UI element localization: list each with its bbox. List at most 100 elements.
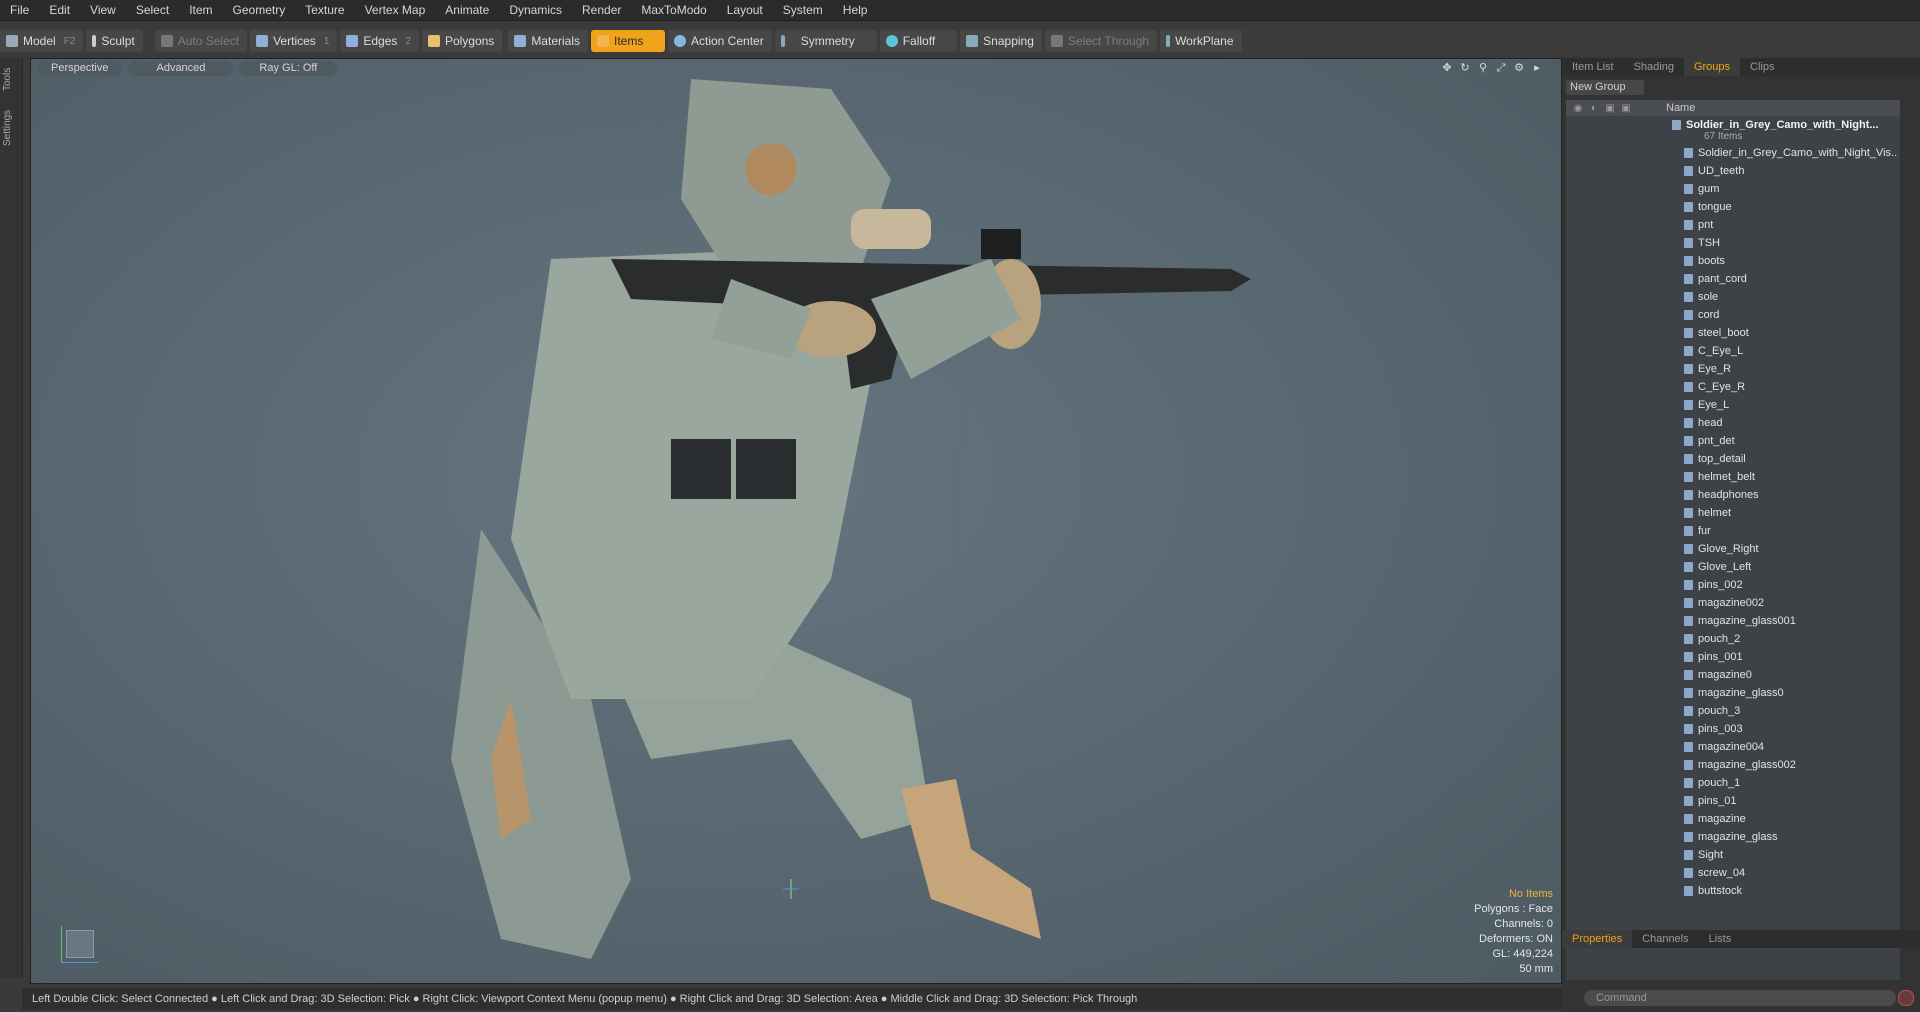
- group-item[interactable]: headphones: [1566, 486, 1900, 504]
- group-item[interactable]: pouch_2: [1566, 630, 1900, 648]
- tools-tab[interactable]: Tools: [2, 64, 20, 94]
- group-item[interactable]: pins_01: [1566, 792, 1900, 810]
- group-item[interactable]: magazine: [1566, 810, 1900, 828]
- group-item[interactable]: sole: [1566, 288, 1900, 306]
- group-item[interactable]: pant_cord: [1566, 270, 1900, 288]
- edges-button[interactable]: Edges 2: [340, 30, 419, 52]
- group-item[interactable]: screw_04: [1566, 864, 1900, 882]
- group-item-label: pins_01: [1698, 795, 1737, 807]
- group-item[interactable]: helmet: [1566, 504, 1900, 522]
- lock-icon[interactable]: ▣: [1602, 101, 1618, 117]
- group-item[interactable]: pins_003: [1566, 720, 1900, 738]
- select-icon[interactable]: ▣: [1618, 101, 1634, 117]
- group-item[interactable]: helmet_belt: [1566, 468, 1900, 486]
- soldier-model[interactable]: [31, 59, 1561, 983]
- group-item[interactable]: fur: [1566, 522, 1900, 540]
- tab-properties[interactable]: Properties: [1562, 930, 1633, 948]
- group-item[interactable]: pins_002: [1566, 576, 1900, 594]
- action-center-button[interactable]: Action Center: [668, 30, 772, 52]
- menu-help[interactable]: Help: [833, 0, 878, 20]
- items-button[interactable]: Items: [591, 30, 665, 52]
- group-item[interactable]: pins_001: [1566, 648, 1900, 666]
- group-item[interactable]: C_Eye_R: [1566, 378, 1900, 396]
- eye-icon[interactable]: ◉: [1570, 101, 1586, 117]
- group-item[interactable]: magazine_glass001: [1566, 612, 1900, 630]
- menu-layout[interactable]: Layout: [717, 0, 773, 20]
- sculpt-mode-button[interactable]: Sculpt: [86, 30, 143, 52]
- group-item[interactable]: pnt: [1566, 216, 1900, 234]
- group-item[interactable]: buttstock: [1566, 882, 1900, 900]
- menu-render[interactable]: Render: [572, 0, 631, 20]
- snapping-button[interactable]: Snapping: [960, 30, 1042, 52]
- group-item[interactable]: Soldier_in_Grey_Camo_with_Night_Vis...: [1566, 144, 1900, 162]
- vertices-button[interactable]: Vertices 1: [250, 30, 338, 52]
- group-item[interactable]: TSH: [1566, 234, 1900, 252]
- group-item[interactable]: cord: [1566, 306, 1900, 324]
- name-column-header[interactable]: Name: [1666, 100, 1695, 116]
- auto-select-button[interactable]: Auto Select: [154, 30, 248, 52]
- group-item[interactable]: gum: [1566, 180, 1900, 198]
- group-icon: [1672, 120, 1681, 130]
- group-item[interactable]: top_detail: [1566, 450, 1900, 468]
- menu-view[interactable]: View: [80, 0, 126, 20]
- menu-file[interactable]: File: [0, 0, 39, 20]
- mesh-icon: [1684, 490, 1693, 500]
- menu-select[interactable]: Select: [126, 0, 179, 20]
- mesh-icon: [1684, 238, 1693, 248]
- group-item[interactable]: Glove_Left: [1566, 558, 1900, 576]
- menu-vertex-map[interactable]: Vertex Map: [355, 0, 436, 20]
- tab-lists[interactable]: Lists: [1699, 930, 1742, 948]
- menu-maxtomodo[interactable]: MaxToModo: [631, 0, 716, 20]
- mesh-icon: [1684, 436, 1693, 446]
- tab-shading[interactable]: Shading: [1624, 58, 1684, 76]
- tab-groups[interactable]: Groups: [1683, 58, 1741, 76]
- tab-clips[interactable]: Clips: [1740, 58, 1784, 76]
- menu-system[interactable]: System: [773, 0, 833, 20]
- group-item[interactable]: tongue: [1566, 198, 1900, 216]
- new-group-button[interactable]: New Group: [1566, 80, 1644, 95]
- group-item[interactable]: pouch_1: [1566, 774, 1900, 792]
- group-item[interactable]: C_Eye_L: [1566, 342, 1900, 360]
- mesh-icon: [1684, 832, 1693, 842]
- materials-button[interactable]: Materials: [508, 30, 588, 52]
- menu-edit[interactable]: Edit: [39, 0, 80, 20]
- menu-texture[interactable]: Texture: [295, 0, 354, 20]
- group-item[interactable]: boots: [1566, 252, 1900, 270]
- group-item[interactable]: magazine_glass002: [1566, 756, 1900, 774]
- group-item[interactable]: magazine_glass0: [1566, 684, 1900, 702]
- group-item[interactable]: magazine_glass: [1566, 828, 1900, 846]
- 3d-viewport[interactable]: Perspective Advanced Ray GL: Off ✥ ↻ ⚲ ⤢…: [30, 58, 1562, 984]
- polygons-button[interactable]: Polygons: [421, 30, 503, 52]
- symmetry-button[interactable]: Symmetry: [774, 30, 877, 52]
- menu-dynamics[interactable]: Dynamics: [499, 0, 572, 20]
- falloff-button[interactable]: Falloff: [879, 30, 958, 52]
- group-item[interactable]: Eye_L: [1566, 396, 1900, 414]
- select-through-button[interactable]: Select Through: [1044, 30, 1158, 52]
- record-icon[interactable]: [1898, 990, 1914, 1006]
- group-item[interactable]: magazine0: [1566, 666, 1900, 684]
- tab-channels[interactable]: Channels: [1632, 930, 1698, 948]
- group-item[interactable]: head: [1566, 414, 1900, 432]
- menu-animate[interactable]: Animate: [435, 0, 499, 20]
- group-item[interactable]: magazine004: [1566, 738, 1900, 756]
- model-mode-button[interactable]: Model F2: [0, 30, 84, 52]
- mesh-icon: [1684, 400, 1693, 410]
- group-item[interactable]: UD_teeth: [1566, 162, 1900, 180]
- group-item[interactable]: magazine002: [1566, 594, 1900, 612]
- tab-item-list[interactable]: Item List: [1562, 58, 1624, 76]
- workplane-button[interactable]: WorkPlane: [1160, 30, 1242, 52]
- command-input[interactable]: Command: [1584, 990, 1896, 1006]
- render-icon[interactable]: ◐: [1586, 101, 1602, 117]
- group-item[interactable]: Glove_Right: [1566, 540, 1900, 558]
- groups-tree[interactable]: ◉ ◐ ▣ ▣ Name Soldier_in_Grey_Camo_with_Nigh…: [1566, 100, 1900, 980]
- group-item[interactable]: pouch_3: [1566, 702, 1900, 720]
- group-item[interactable]: Sight: [1566, 846, 1900, 864]
- group-item[interactable]: Eye_R: [1566, 360, 1900, 378]
- menu-geometry[interactable]: Geometry: [223, 0, 296, 20]
- group-item[interactable]: steel_boot: [1566, 324, 1900, 342]
- group-item[interactable]: pnt_det: [1566, 432, 1900, 450]
- menu-item[interactable]: Item: [179, 0, 222, 20]
- group-item-label: buttstock: [1698, 885, 1743, 897]
- group-root[interactable]: Soldier_in_Grey_Camo_with_Night... 67 It…: [1566, 116, 1900, 144]
- settings-tab[interactable]: Settings: [2, 104, 20, 152]
